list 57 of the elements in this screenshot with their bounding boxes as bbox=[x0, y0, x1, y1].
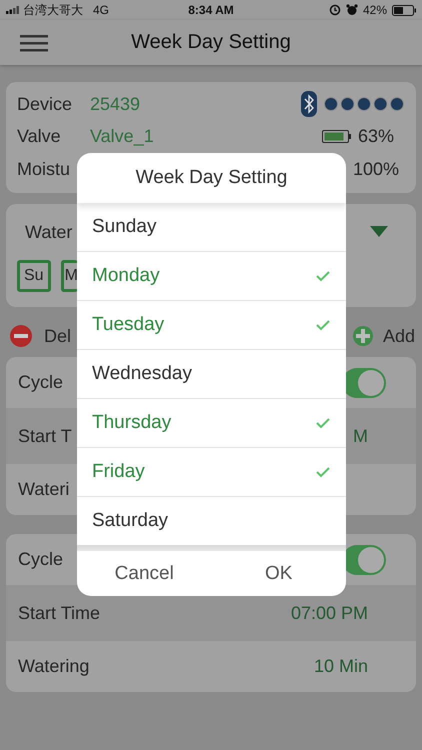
signal-dots-icon bbox=[323, 96, 406, 112]
check-icon bbox=[316, 319, 330, 331]
network-type: 4G bbox=[93, 3, 110, 17]
day-toggle[interactable]: Su bbox=[17, 260, 51, 292]
day-label: Friday bbox=[92, 461, 145, 483]
dialog-title: Week Day Setting bbox=[77, 153, 346, 203]
delete-button[interactable]: Del bbox=[10, 325, 72, 347]
plus-icon bbox=[352, 325, 373, 347]
menu-button[interactable] bbox=[20, 32, 48, 52]
battery-level: 63% bbox=[358, 126, 394, 148]
cycle-title: Cycle bbox=[18, 372, 64, 393]
field-label: Start Time bbox=[18, 602, 100, 624]
field-label: Valve bbox=[17, 126, 62, 148]
day-option[interactable]: Monday bbox=[77, 252, 346, 301]
check-icon bbox=[316, 270, 330, 282]
page-title: Week Day Setting bbox=[130, 31, 292, 54]
day-label: Wednesday bbox=[92, 363, 192, 385]
cycle-title: Cycle bbox=[18, 549, 64, 570]
day-option[interactable]: Saturday bbox=[77, 497, 346, 545]
dropdown-arrow-icon bbox=[370, 226, 388, 237]
add-button[interactable]: Add bbox=[352, 325, 415, 347]
bluetooth-icon bbox=[301, 91, 317, 118]
field-value: 07:00 PM bbox=[290, 602, 368, 624]
day-option[interactable]: Friday bbox=[77, 448, 346, 497]
field-label: Device bbox=[17, 94, 74, 115]
battery-icon bbox=[392, 4, 416, 16]
field-label: Wateri bbox=[18, 479, 70, 500]
alarm-icon bbox=[346, 4, 358, 16]
field-value: 25439 bbox=[90, 94, 142, 115]
day-label: Monday bbox=[92, 265, 160, 287]
day-label: Sunday bbox=[92, 216, 156, 238]
check-icon bbox=[316, 466, 330, 478]
battery-percent: 42% bbox=[362, 3, 388, 17]
day-option[interactable]: Sunday bbox=[77, 203, 346, 252]
day-label: Saturday bbox=[92, 510, 168, 532]
field-label: Watering bbox=[18, 656, 90, 677]
field-label: Moistu bbox=[17, 158, 72, 180]
day-option[interactable]: Wednesday bbox=[77, 350, 346, 399]
day-label: Thursday bbox=[92, 412, 172, 434]
minus-icon bbox=[10, 325, 32, 347]
status-time: 8:34 AM bbox=[188, 3, 234, 17]
field-label: Start T bbox=[18, 426, 72, 446]
field-value: 10 Min bbox=[314, 656, 368, 677]
field-value: Valve_1 bbox=[90, 126, 155, 148]
field-label: Water bbox=[25, 222, 72, 242]
cancel-button[interactable]: Cancel bbox=[77, 551, 212, 596]
day-option[interactable]: Thursday bbox=[77, 399, 346, 448]
day-label: Tuesday bbox=[92, 314, 164, 336]
check-icon bbox=[316, 417, 330, 429]
carrier-name: 台湾大哥大 bbox=[23, 2, 83, 18]
field-value: M bbox=[353, 426, 368, 446]
menu-icon bbox=[20, 32, 48, 52]
signal-icon bbox=[6, 5, 19, 15]
ok-button[interactable]: OK bbox=[212, 551, 346, 596]
day-option[interactable]: Tuesday bbox=[77, 301, 346, 350]
battery-level-icon bbox=[322, 130, 352, 144]
moisture-value: 100% bbox=[352, 158, 399, 180]
